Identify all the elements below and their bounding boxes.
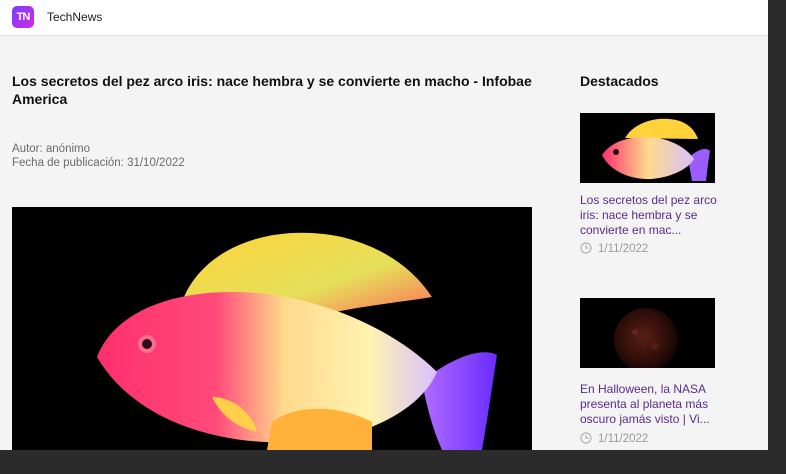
featured-thumbnail-1[interactable] xyxy=(580,113,715,183)
clock-icon xyxy=(580,242,592,254)
dark-planet-illustration xyxy=(580,298,715,368)
technews-logo-icon[interactable]: TN xyxy=(12,6,34,28)
featured-heading: Destacados xyxy=(580,73,659,89)
featured-item-date-text: 1/11/2022 xyxy=(598,243,649,255)
article-author: Autor: anónimo xyxy=(12,143,90,155)
featured-item-title[interactable]: En Halloween, la NASA presenta al planet… xyxy=(580,382,720,427)
rainbow-fish-thumbnail-illustration xyxy=(580,113,715,183)
featured-item-date: 1/11/2022 xyxy=(580,432,648,445)
rainbow-fish-illustration xyxy=(12,207,532,450)
top-navbar: TN TechNews xyxy=(0,0,768,36)
article-date: Fecha de publicación: 31/10/2022 xyxy=(12,157,185,169)
article-hero-image xyxy=(12,207,532,450)
clock-icon xyxy=(580,432,592,444)
browser-window: TN TechNews Los secretos del pez arco ir… xyxy=(0,0,768,450)
featured-thumbnail-2[interactable] xyxy=(580,298,715,368)
brand-name[interactable]: TechNews xyxy=(47,10,102,24)
article-title: Los secretos del pez arco iris: nace hem… xyxy=(12,73,532,107)
featured-item-title[interactable]: Los secretos del pez arco iris: nace hem… xyxy=(580,193,720,238)
featured-item-date: 1/11/2022 xyxy=(580,242,648,255)
featured-item-date-text: 1/11/2022 xyxy=(598,433,649,445)
